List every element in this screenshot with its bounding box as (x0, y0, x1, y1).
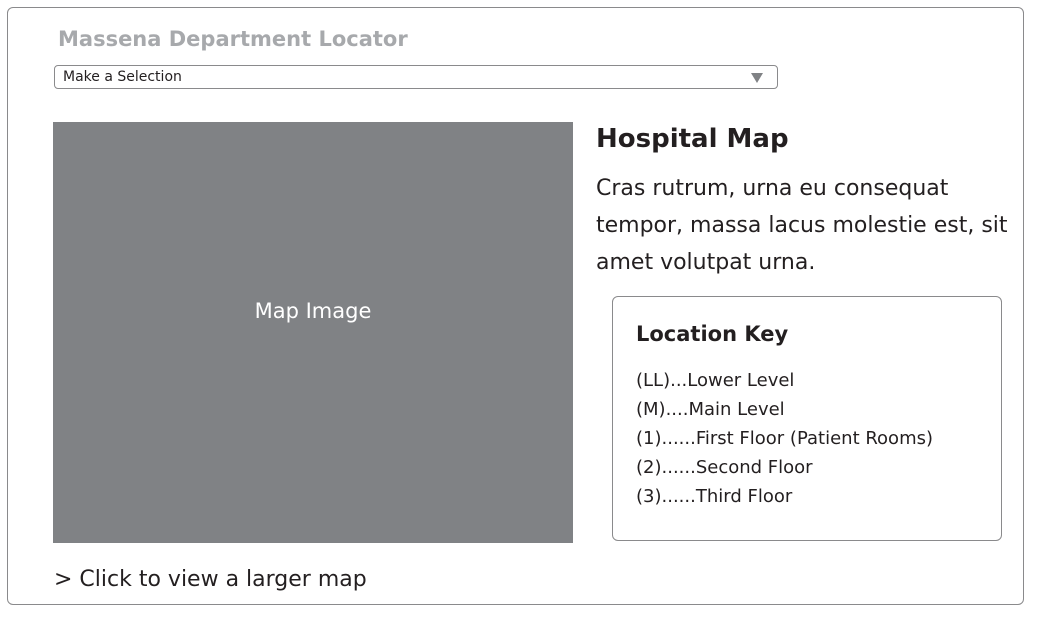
location-key-item: (3)......Third Floor (636, 486, 793, 507)
location-key-item: (M)....Main Level (636, 399, 785, 420)
section-title: Hospital Map (596, 124, 789, 154)
dropdown-arrow-icon[interactable] (751, 73, 763, 83)
department-select[interactable]: Make a Selection (54, 65, 778, 89)
location-key-title: Location Key (636, 322, 789, 346)
department-select-value: Make a Selection (63, 69, 182, 85)
section-description: Cras rutrum, urna eu consequat tempor, m… (596, 176, 1008, 275)
location-key-item: (1)......First Floor (Patient Rooms) (636, 428, 934, 449)
view-larger-map-link[interactable]: > Click to view a larger map (54, 567, 367, 592)
location-key-list: (LL)...Lower Level (M)....Main Level (1)… (636, 366, 933, 511)
location-key-item: (2)......Second Floor (636, 457, 813, 478)
location-key-box: Location Key (LL)...Lower Level (M)....M… (612, 296, 1002, 541)
map-image-label: Map Image (254, 299, 372, 323)
page-title: Massena Department Locator (58, 27, 408, 51)
map-image[interactable]: Map Image (53, 122, 573, 543)
location-key-item: (LL)...Lower Level (636, 370, 795, 391)
